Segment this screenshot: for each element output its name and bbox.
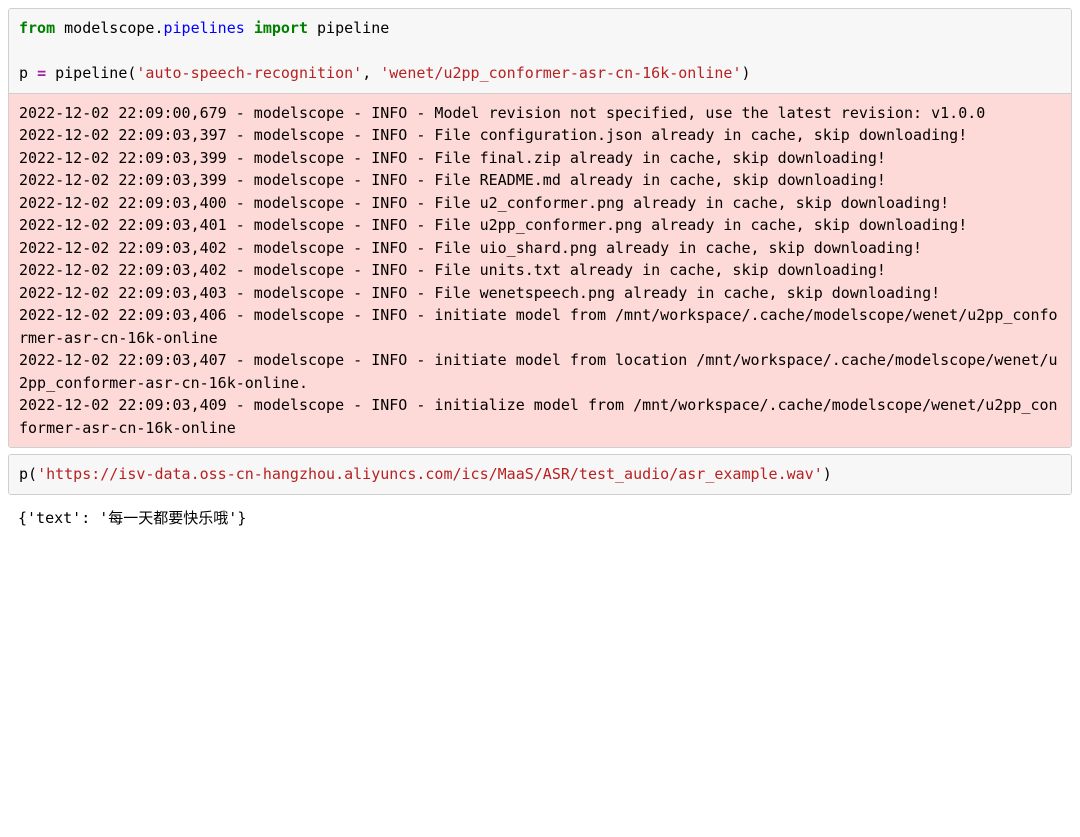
code-input-2: p('https://isv-data.oss-cn-hangzhou.aliy… [9,455,1071,494]
result-output: {'text': '每一天都要快乐哦'} [8,501,1072,534]
call-open: pipeline( [46,64,136,82]
call-open-2: p( [19,465,37,483]
var-p: p [19,64,37,82]
stderr-output: 2022-12-02 22:09:00,679 - modelscope - I… [9,93,1071,448]
arg-task: 'auto-speech-recognition' [136,64,362,82]
module-path: modelscope. [64,19,163,37]
submodule: pipelines [164,19,245,37]
code-cell-2: p('https://isv-data.oss-cn-hangzhou.aliy… [8,454,1072,495]
arg-url: 'https://isv-data.oss-cn-hangzhou.aliyun… [37,465,823,483]
op-eq: = [37,64,46,82]
call-close-2: ) [823,465,832,483]
arg-sep: , [362,64,380,82]
arg-model: 'wenet/u2pp_conformer-asr-cn-16k-online' [380,64,741,82]
call-close: ) [741,64,750,82]
code-cell-1: from modelscope.pipelines import pipelin… [8,8,1072,448]
keyword-from: from [19,19,55,37]
code-input-1: from modelscope.pipelines import pipelin… [9,9,1071,93]
import-name: pipeline [317,19,389,37]
keyword-import: import [254,19,308,37]
